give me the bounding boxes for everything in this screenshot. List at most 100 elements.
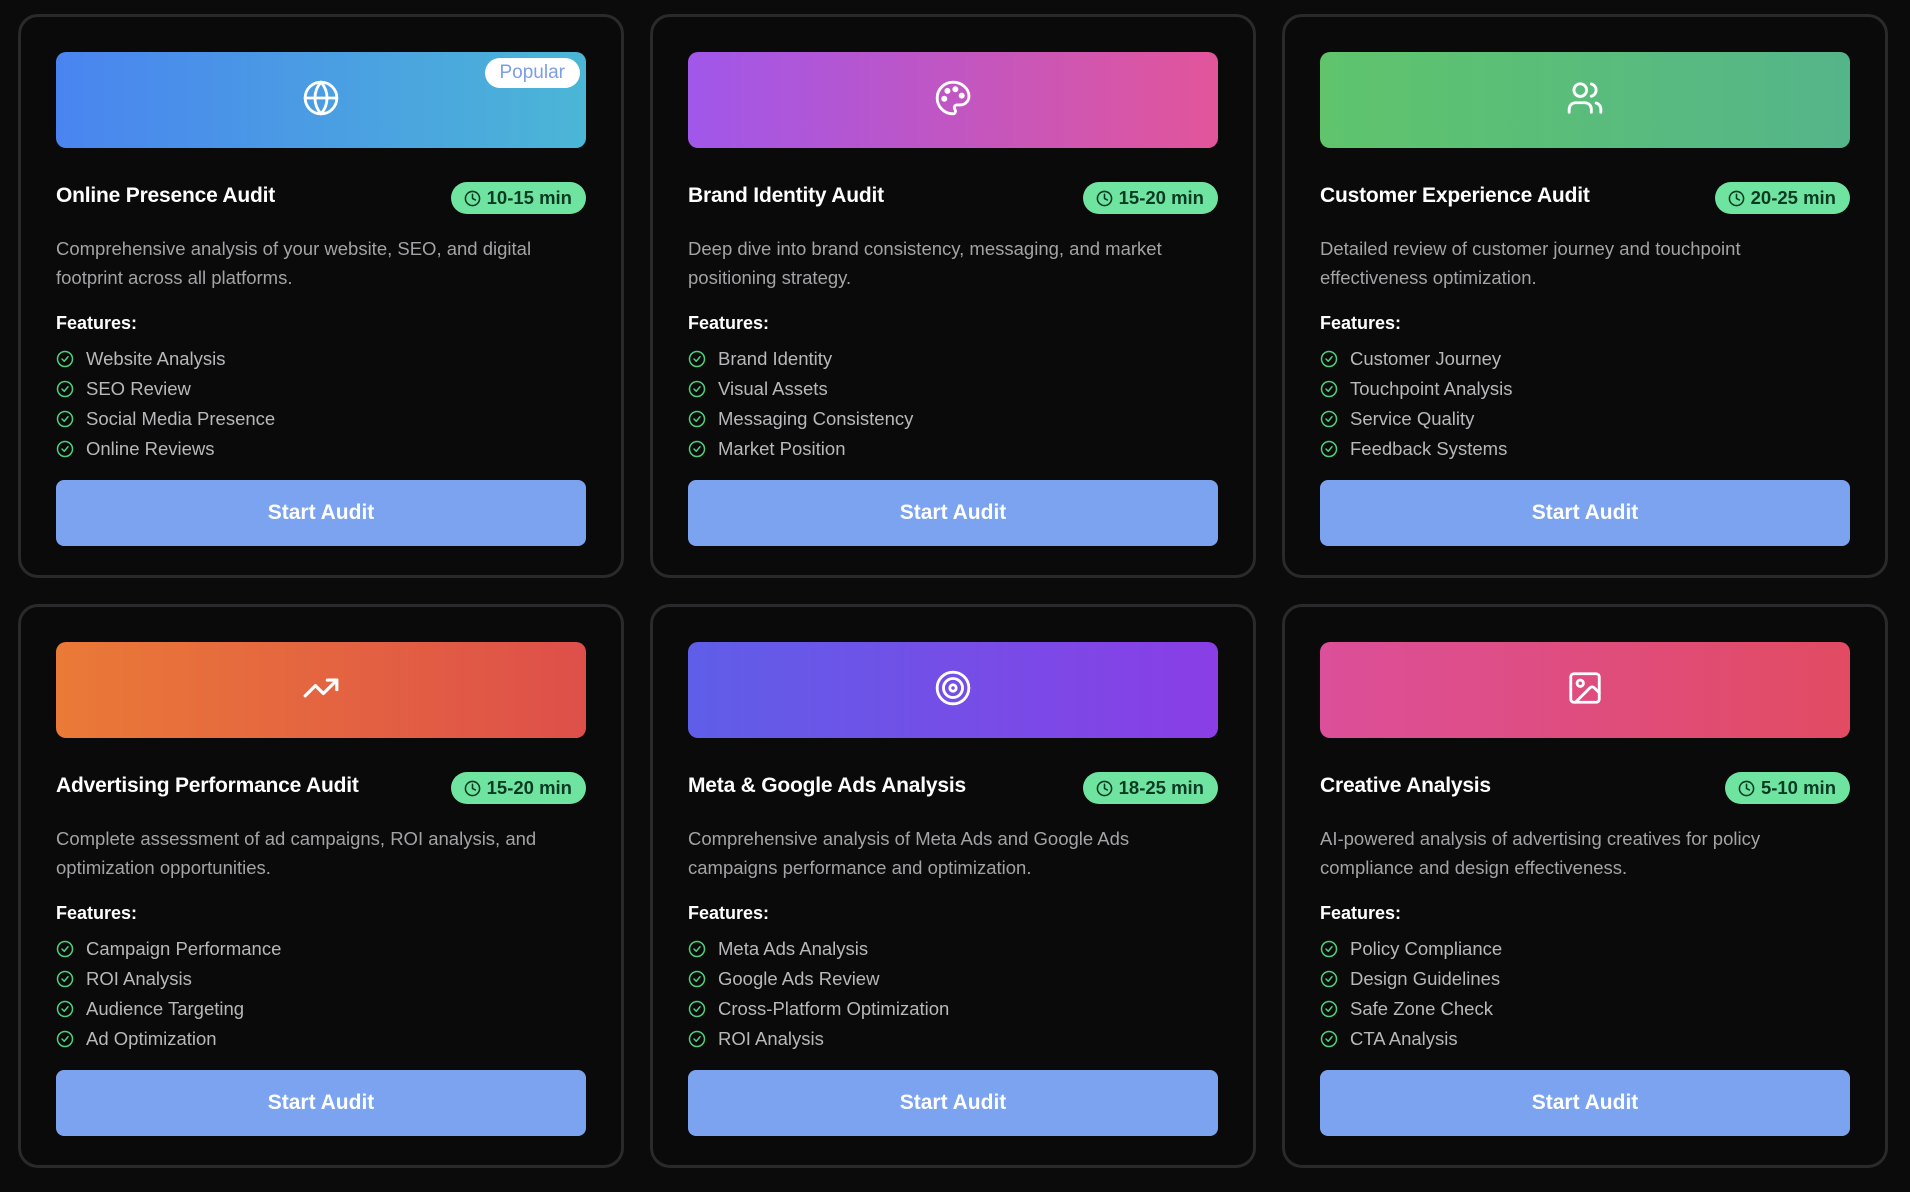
check-circle-icon xyxy=(56,410,74,428)
start-audit-button[interactable]: Start Audit xyxy=(56,1070,586,1136)
feature-item: Customer Journey xyxy=(1320,344,1850,374)
check-circle-icon xyxy=(1320,410,1338,428)
check-circle-icon xyxy=(56,1000,74,1018)
card-description: Detailed review of customer journey and … xyxy=(1320,238,1741,288)
check-circle-icon xyxy=(688,1030,706,1048)
card-description: Comprehensive analysis of Meta Ads and G… xyxy=(688,828,1130,878)
feature-label: Campaign Performance xyxy=(86,938,282,959)
feature-label: Touchpoint Analysis xyxy=(1350,378,1513,399)
duration-badge: 15-20 min xyxy=(450,772,586,804)
audit-card: Brand Identity Audit 15-20 min Deep dive… xyxy=(650,14,1256,578)
start-audit-button[interactable]: Start Audit xyxy=(1320,1070,1850,1136)
features-label: Features: xyxy=(56,903,138,923)
audit-card: Advertising Performance Audit 15-20 min … xyxy=(18,604,624,1168)
card-title: Advertising Performance Audit xyxy=(56,774,359,797)
feature-label: Safe Zone Check xyxy=(1350,998,1493,1019)
check-circle-icon xyxy=(56,970,74,988)
card-title: Online Presence Audit xyxy=(56,184,276,207)
audit-card: Meta & Google Ads Analysis 18-25 min Com… xyxy=(650,604,1256,1168)
feature-item: Audience Targeting xyxy=(56,994,586,1024)
check-circle-icon xyxy=(56,380,74,398)
features-list: Customer Journey Touchpoint Analysis Ser… xyxy=(1320,344,1850,464)
duration-badge: 15-20 min xyxy=(1082,182,1218,214)
feature-label: Market Position xyxy=(718,438,846,459)
check-circle-icon xyxy=(688,380,706,398)
card-banner xyxy=(688,642,1218,738)
start-audit-button[interactable]: Start Audit xyxy=(1320,480,1850,546)
card-banner xyxy=(1320,52,1850,148)
audit-card-grid: Popular Online Presence Audit 10-15 min … xyxy=(18,14,1888,1168)
features-label: Features: xyxy=(56,313,138,333)
target-icon xyxy=(934,669,972,712)
feature-item: Google Ads Review xyxy=(688,964,1218,994)
check-circle-icon xyxy=(688,410,706,428)
features-list: Website Analysis SEO Review Social Media… xyxy=(56,344,586,464)
check-circle-icon xyxy=(56,1030,74,1048)
start-audit-button[interactable]: Start Audit xyxy=(688,480,1218,546)
feature-label: Ad Optimization xyxy=(86,1028,217,1049)
audit-card: Popular Online Presence Audit 10-15 min … xyxy=(18,14,624,578)
feature-item: Market Position xyxy=(688,434,1218,464)
duration-badge: 20-25 min xyxy=(1714,182,1850,214)
feature-item: Policy Compliance xyxy=(1320,934,1850,964)
card-title: Brand Identity Audit xyxy=(688,184,884,207)
feature-item: Meta Ads Analysis xyxy=(688,934,1218,964)
feature-label: Google Ads Review xyxy=(718,968,880,989)
features-label: Features: xyxy=(1320,903,1402,923)
duration-badge: 10-15 min xyxy=(450,182,586,214)
feature-item: Touchpoint Analysis xyxy=(1320,374,1850,404)
clock-icon xyxy=(464,780,481,797)
duration-badge: 5-10 min xyxy=(1724,772,1850,804)
feature-label: Messaging Consistency xyxy=(718,408,914,429)
check-circle-icon xyxy=(688,940,706,958)
check-circle-icon xyxy=(56,940,74,958)
start-audit-button[interactable]: Start Audit xyxy=(688,1070,1218,1136)
feature-item: Messaging Consistency xyxy=(688,404,1218,434)
feature-label: ROI Analysis xyxy=(86,968,192,989)
feature-label: Service Quality xyxy=(1350,408,1475,429)
check-circle-icon xyxy=(1320,940,1338,958)
check-circle-icon xyxy=(1320,440,1338,458)
check-circle-icon xyxy=(1320,350,1338,368)
palette-icon xyxy=(934,79,972,122)
feature-item: Online Reviews xyxy=(56,434,586,464)
feature-item: Social Media Presence xyxy=(56,404,586,434)
check-circle-icon xyxy=(56,440,74,458)
feature-label: Policy Compliance xyxy=(1350,938,1503,959)
feature-item: Feedback Systems xyxy=(1320,434,1850,464)
features-label: Features: xyxy=(688,313,770,333)
feature-label: CTA Analysis xyxy=(1350,1028,1458,1049)
clock-icon xyxy=(1096,780,1113,797)
feature-item: Ad Optimization xyxy=(56,1024,586,1054)
feature-label: Social Media Presence xyxy=(86,408,276,429)
card-banner xyxy=(688,52,1218,148)
card-title: Creative Analysis xyxy=(1320,774,1491,797)
feature-label: Feedback Systems xyxy=(1350,438,1508,459)
clock-icon xyxy=(1728,190,1745,207)
check-circle-icon xyxy=(688,350,706,368)
feature-item: Visual Assets xyxy=(688,374,1218,404)
popular-badge: Popular xyxy=(484,58,580,88)
features-label: Features: xyxy=(1320,313,1402,333)
check-circle-icon xyxy=(1320,380,1338,398)
trending-up-icon xyxy=(302,669,340,712)
feature-label: Audience Targeting xyxy=(86,998,245,1019)
audit-card: Customer Experience Audit 20-25 min Deta… xyxy=(1282,14,1888,578)
feature-label: SEO Review xyxy=(86,378,191,399)
feature-item: Design Guidelines xyxy=(1320,964,1850,994)
features-list: Meta Ads Analysis Google Ads Review Cros… xyxy=(688,934,1218,1054)
duration-text: 10-15 min xyxy=(486,187,572,208)
duration-text: 5-10 min xyxy=(1760,777,1836,798)
feature-label: Online Reviews xyxy=(86,438,215,459)
feature-label: Design Guidelines xyxy=(1350,968,1501,989)
globe-icon xyxy=(302,79,340,122)
users-icon xyxy=(1566,79,1604,122)
card-title: Customer Experience Audit xyxy=(1320,184,1590,207)
feature-item: CTA Analysis xyxy=(1320,1024,1850,1054)
clock-icon xyxy=(1738,780,1755,797)
duration-text: 15-20 min xyxy=(486,777,572,798)
card-description: Deep dive into brand consistency, messag… xyxy=(688,238,1162,288)
check-circle-icon xyxy=(56,350,74,368)
feature-item: Service Quality xyxy=(1320,404,1850,434)
start-audit-button[interactable]: Start Audit xyxy=(56,480,586,546)
